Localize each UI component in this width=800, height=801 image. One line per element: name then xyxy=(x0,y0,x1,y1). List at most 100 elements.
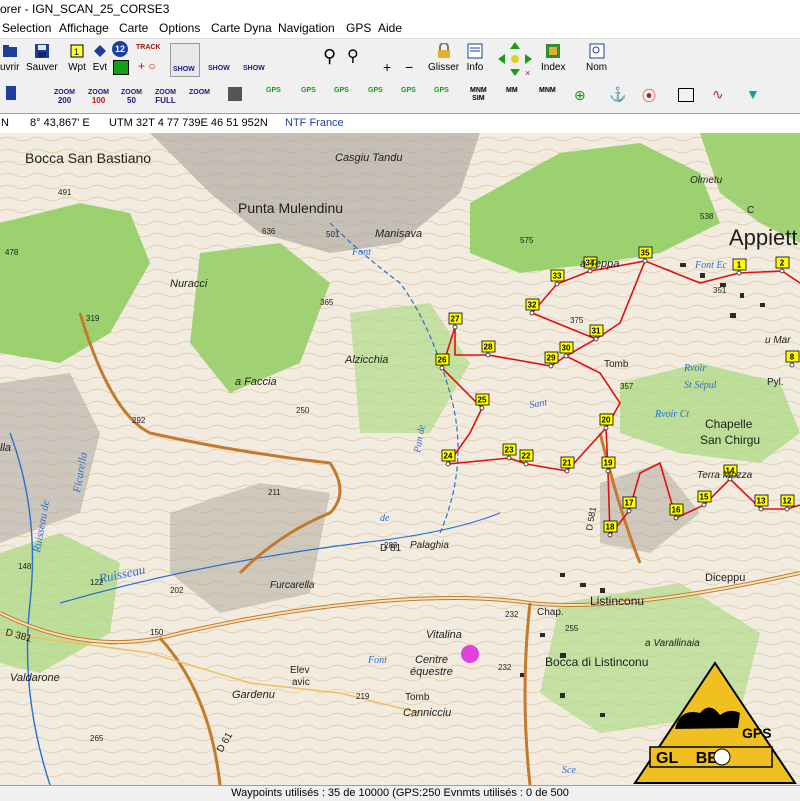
gps-button-3[interactable]: GPS xyxy=(334,87,349,95)
mm-button[interactable]: MM xyxy=(506,87,518,95)
svg-text:GL BE: GL BE xyxy=(656,750,718,767)
label-sce: Sce xyxy=(562,765,576,776)
svg-text:265: 265 xyxy=(90,734,104,743)
label-equestre: équestre xyxy=(410,666,453,678)
coordinates-bar: N 8° 43,867' E UTM 32T 4 77 739E 46 51 9… xyxy=(0,113,800,134)
svg-text:501: 501 xyxy=(326,230,340,239)
gps-button-1[interactable]: GPS xyxy=(266,87,281,95)
svg-text:319: 319 xyxy=(86,314,100,323)
label-alzicchia: Alzicchia xyxy=(344,354,388,366)
zoom-100-button[interactable]: ZOOM 100 xyxy=(88,89,109,106)
waypoint-label: 13 xyxy=(757,497,766,506)
event-button[interactable]: Evt xyxy=(91,42,109,73)
info-button[interactable]: Info xyxy=(466,42,484,73)
lifebuoy-icon[interactable]: ⦿ xyxy=(642,86,656,106)
waypoint-label: 29 xyxy=(547,354,556,363)
window-title: orer - IGN_SCAN_25_CORSE3 xyxy=(0,2,170,16)
map-view[interactable]: 1 2 33 34 35 32 31 30 29 28 27 26 25 24 23 22 21 20 19 18 17… xyxy=(0,133,800,785)
waypoint-button[interactable]: 1 Wpt xyxy=(68,42,86,73)
svg-text:122: 122 xyxy=(90,578,104,587)
show-button[interactable]: SHOW xyxy=(170,43,200,77)
waypoint-label: 31 xyxy=(592,327,601,336)
magnify-icon[interactable]: ⚲ xyxy=(323,46,336,67)
gps-button-4[interactable]: GPS xyxy=(368,87,383,95)
svg-text:150: 150 xyxy=(150,628,164,637)
longitude-readout: 8° 43,867' E xyxy=(30,117,90,129)
map-canvas[interactable]: 1 233343532313029282726252423222120191817… xyxy=(0,133,800,785)
secondary-toolbar: ZOOM 200 ZOOM 100 ZOOM 50 ZOOM FULL ZOOM GPS… xyxy=(0,81,800,114)
label-san-chirgu: San Chirgu xyxy=(700,433,760,447)
zoom-out-icon[interactable]: − xyxy=(405,59,413,75)
save-button[interactable]: Sauver xyxy=(26,42,58,73)
waypoint-label: 26 xyxy=(438,356,447,365)
show-label-3: SHOW xyxy=(243,65,265,72)
wpt-label: Wpt xyxy=(68,62,86,73)
name-search-icon xyxy=(588,42,606,60)
menu-carte-dyna[interactable]: Carte Dyna xyxy=(211,21,272,35)
svg-text:575: 575 xyxy=(520,236,534,245)
open-button[interactable]: uvrir xyxy=(0,42,19,73)
add-point-icon[interactable]: + ○ xyxy=(138,59,156,73)
menu-gps[interactable]: GPS xyxy=(346,21,371,35)
waypoint-label: 25 xyxy=(478,396,487,405)
glisser-button[interactable]: Glisser xyxy=(428,42,459,73)
area-icon[interactable] xyxy=(678,88,694,102)
menu-navigation[interactable]: Navigation xyxy=(278,21,335,35)
show-track-button[interactable]: SHOW xyxy=(241,43,269,75)
magnify-search-icon[interactable]: ⚲ xyxy=(347,46,359,66)
nom-button[interactable]: Nom xyxy=(586,42,607,73)
zoom-full-button[interactable]: ZOOM FULL xyxy=(155,89,176,106)
label-font-ec: Font Ec xyxy=(694,260,727,271)
count-badge[interactable]: 12 xyxy=(112,41,128,57)
waypoint-label: 19 xyxy=(604,459,613,468)
gps-device-icon[interactable] xyxy=(228,87,242,101)
gps-button-6[interactable]: GPS xyxy=(434,87,449,95)
zoom-50-button[interactable]: ZOOM 50 xyxy=(121,89,142,106)
gps-button-5[interactable]: GPS xyxy=(401,87,416,95)
antenna-icon[interactable]: ▼ xyxy=(746,86,760,102)
green-c-icon[interactable] xyxy=(113,60,129,75)
nom-label: Nom xyxy=(586,62,608,73)
mnm-sim-button[interactable]: MNM SIM xyxy=(470,87,487,103)
zoom-in-icon[interactable]: + xyxy=(383,59,391,75)
svg-text:375: 375 xyxy=(570,316,584,325)
ruler-tool-button[interactable] xyxy=(300,43,322,75)
track-label[interactable]: TRACK xyxy=(136,44,161,52)
anchor-icon[interactable]: ⚓ xyxy=(609,86,626,103)
index-button[interactable]: Index xyxy=(541,42,565,73)
pan-arrows-icon[interactable]: × xyxy=(497,41,533,78)
datum-readout: NTF France xyxy=(285,117,344,129)
waypoint-label: 20 xyxy=(602,416,611,425)
waypoint-label: 23 xyxy=(505,446,514,455)
profile-chart-icon[interactable]: ∿ xyxy=(712,86,724,103)
waypoint-label: 15 xyxy=(700,493,709,502)
menu-aide[interactable]: Aide xyxy=(378,21,402,35)
zoom-200-button[interactable]: ZOOM 200 xyxy=(54,89,75,106)
title-bar: orer - IGN_SCAN_25_CORSE3 xyxy=(0,0,800,19)
zoom-custom-button[interactable]: ZOOM xyxy=(189,89,210,97)
status-bar: Waypoints utilisés : 35 de 10000 (GPS:25… xyxy=(0,785,800,801)
label-punta-mulendinu: Punta Mulendinu xyxy=(238,200,343,216)
svg-text:219: 219 xyxy=(356,692,370,701)
show-points-button[interactable]: SHOW xyxy=(206,43,234,75)
svg-text:351: 351 xyxy=(713,286,727,295)
target-icon[interactable]: ⊕ xyxy=(574,87,586,104)
info-label: Info xyxy=(466,62,484,73)
waypoint-label: 24 xyxy=(444,452,453,461)
menu-selection[interactable]: Selection xyxy=(2,21,51,35)
label-furcarella: Furcarella xyxy=(270,580,315,591)
line-tool-button[interactable] xyxy=(276,43,298,75)
print-icon[interactable] xyxy=(6,86,16,100)
menu-carte[interactable]: Carte xyxy=(119,21,148,35)
menu-options[interactable]: Options xyxy=(159,21,200,35)
utm-readout: UTM 32T 4 77 739E 46 51 952N xyxy=(109,117,268,129)
label-lla: lla xyxy=(0,442,11,454)
label-c-mark: C xyxy=(747,205,754,216)
label-a-teppa: a Teppa xyxy=(580,258,619,270)
waypoint-label: 30 xyxy=(562,344,571,353)
menu-affichage[interactable]: Affichage xyxy=(59,21,109,35)
waypoint-flag-icon: 1 xyxy=(68,42,86,60)
mnm-button[interactable]: MNM xyxy=(539,87,556,95)
gps-button-2[interactable]: GPS xyxy=(301,87,316,95)
label-diceppu: Diceppu xyxy=(705,572,745,584)
